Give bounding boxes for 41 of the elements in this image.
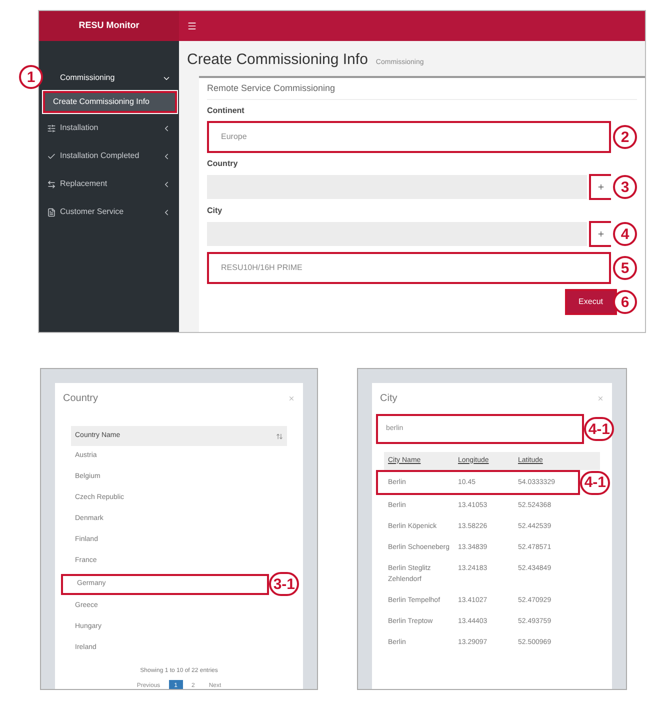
close-icon[interactable] — [288, 395, 295, 402]
callout-number: 1 — [19, 65, 43, 89]
dialog-title: Country — [63, 392, 98, 406]
callout-number: 4-1 — [580, 470, 610, 494]
app-logo: RESU Monitor — [39, 11, 179, 41]
callout-number: 4 — [613, 222, 637, 246]
sort-icon[interactable] — [276, 432, 283, 440]
card-heading: Remote Service Commissioning — [207, 82, 637, 100]
add-button[interactable] — [589, 174, 611, 200]
sidebar-item[interactable]: Installation Completed — [39, 143, 179, 169]
plus-icon — [597, 230, 605, 238]
chevron-icon — [162, 180, 171, 188]
menu-icon[interactable] — [187, 21, 197, 31]
callout-number: 3 — [613, 175, 637, 199]
callout-number: 2 — [613, 125, 637, 149]
sidebar-icon — [47, 180, 56, 188]
execute-button[interactable]: Execut — [564, 289, 617, 315]
add-button[interactable] — [589, 221, 611, 247]
sidebar-item[interactable]: Replacement — [39, 171, 179, 197]
sidebar-icon — [47, 124, 56, 132]
callout-number: 3-1 — [269, 572, 299, 596]
plus-icon — [597, 183, 605, 191]
chevron-icon — [162, 208, 171, 216]
sidebar-icon — [47, 208, 56, 216]
select-field[interactable]: Europe — [207, 121, 611, 153]
page-title: Create Commissioning Info — [187, 50, 368, 70]
chevron-icon — [162, 152, 171, 160]
callout-number: 6 — [613, 290, 637, 314]
close-icon[interactable] — [597, 395, 604, 402]
sidebar-item[interactable]: Installation — [39, 115, 179, 141]
chevron-icon — [162, 124, 171, 132]
callout-number: 5 — [613, 256, 637, 280]
field-label: Country — [207, 158, 239, 170]
dialog-title: City — [380, 392, 398, 406]
sidebar-subitem[interactable]: Create Commissioning Info — [43, 91, 177, 113]
sidebar-icon — [47, 152, 56, 160]
field-label: Continent — [207, 105, 246, 117]
field-label: City — [207, 205, 224, 217]
sidebar-item[interactable]: Customer Service — [39, 199, 179, 225]
callout-number: 4-1 — [584, 417, 614, 441]
select-field[interactable]: RESU10H/16H PRIME — [207, 252, 611, 284]
